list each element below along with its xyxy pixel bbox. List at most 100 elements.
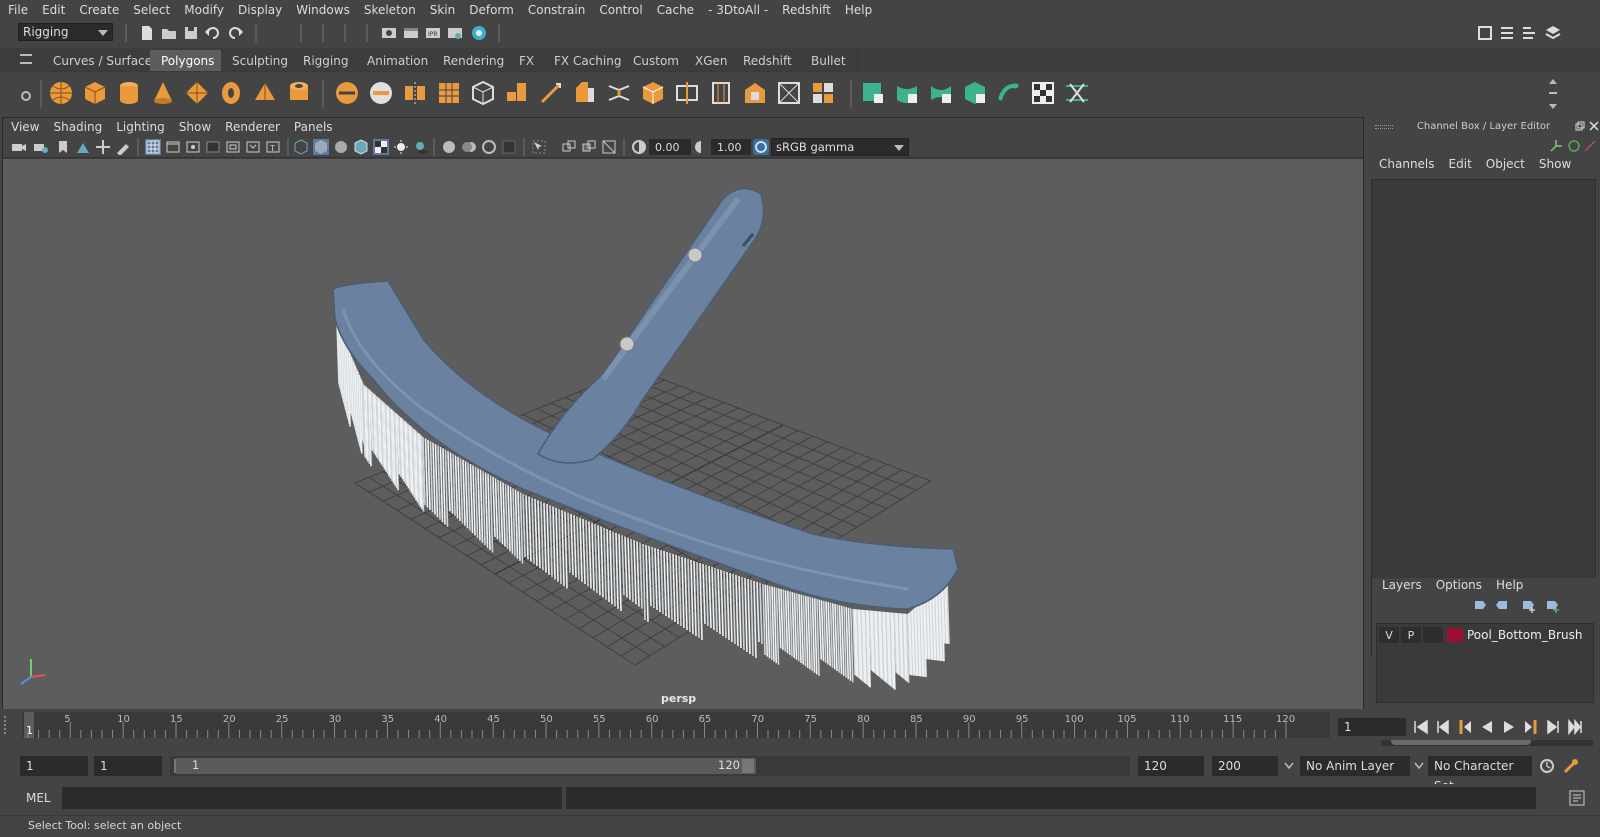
move-layer-down-icon[interactable] [1494, 598, 1510, 614]
camera-attributes-icon[interactable] [33, 139, 49, 155]
time-slider-track[interactable]: 1 5 10 15 20 25 30 35 40 45 50 55 60 65 70 75 80 85 90 95 1… [22, 712, 1330, 738]
xray-icon[interactable] [561, 139, 577, 155]
modeling-toolkit-icon[interactable] [1476, 24, 1494, 42]
shelf-tab-custom[interactable]: Custom [622, 50, 691, 71]
channel-box-icon[interactable] [1544, 24, 1562, 42]
poly-sphere-icon[interactable] [48, 80, 74, 106]
scene-canvas[interactable] [3, 159, 1363, 709]
attribute-editor-icon[interactable] [1498, 24, 1516, 42]
viewport-menu-lighting[interactable]: Lighting [116, 120, 165, 134]
layer-menu-help[interactable]: Help [1496, 578, 1523, 596]
color-space-dropdown[interactable]: sRGB gamma [771, 138, 909, 156]
range-slider-track[interactable]: 1 120 [170, 756, 1130, 776]
channel-menu-show[interactable]: Show [1539, 157, 1571, 175]
animation-preferences-icon[interactable] [1562, 757, 1580, 775]
shelf-tab-animation[interactable]: Animation [356, 50, 441, 71]
auto-key-icon[interactable] [1538, 757, 1556, 775]
append-icon[interactable] [640, 80, 666, 106]
shelf-tab-polygons[interactable]: Polygons [150, 50, 227, 71]
poly-plane-icon[interactable] [184, 80, 210, 106]
grid-toggle-icon[interactable] [145, 139, 161, 155]
gamma-icon[interactable] [693, 139, 709, 155]
gamma-field[interactable]: 1.00 [711, 139, 751, 155]
poly-pyramid-icon[interactable] [252, 80, 278, 106]
layer-row[interactable]: V P Pool_Bottom_Brush [1379, 626, 1591, 644]
chevron-down-icon[interactable] [1414, 762, 1424, 770]
play-backward-icon[interactable] [1478, 718, 1496, 736]
quad-draw-icon[interactable] [810, 80, 836, 106]
extrude-icon[interactable] [504, 80, 530, 106]
new-layer-from-selection-icon[interactable] [1544, 598, 1560, 614]
menu-control[interactable]: Control [599, 3, 642, 17]
xray-joints-icon[interactable] [581, 139, 597, 155]
step-back-key-icon[interactable] [1456, 718, 1474, 736]
film-gate-icon[interactable] [165, 139, 181, 155]
menu-display[interactable]: Display [238, 3, 282, 17]
tool-settings-icon[interactable] [1520, 24, 1538, 42]
insert-edge-loop-icon[interactable] [674, 80, 700, 106]
menu-skeleton[interactable]: Skeleton [364, 3, 416, 17]
uv-automatic-icon[interactable] [962, 80, 988, 106]
menu-edit[interactable]: Edit [42, 3, 65, 17]
poly-pipe-icon[interactable] [286, 80, 312, 106]
combine-icon[interactable] [334, 80, 360, 106]
image-plane-icon[interactable] [75, 139, 91, 155]
menuset-dropdown[interactable]: Rigging [18, 23, 113, 41]
animation-start-field[interactable]: 1 [20, 756, 88, 776]
smooth-icon[interactable] [436, 80, 462, 106]
safe-title-icon[interactable]: T [265, 139, 281, 155]
safe-action-icon[interactable] [245, 139, 261, 155]
textured-icon[interactable] [373, 139, 389, 155]
viewport-menu-renderer[interactable]: Renderer [225, 120, 280, 134]
resolution-gate-icon[interactable] [185, 139, 201, 155]
ipr-render-icon[interactable]: IPR [424, 24, 442, 42]
shelf-tab-rendering[interactable]: Rendering [432, 50, 517, 71]
default-material-icon[interactable] [333, 139, 349, 155]
hypershade-icon[interactable] [470, 24, 488, 42]
go-to-start-icon[interactable] [1412, 718, 1430, 736]
chevron-down-icon[interactable] [1284, 762, 1294, 770]
wireframe-icon[interactable] [293, 139, 309, 155]
step-forward-key-icon[interactable] [1522, 718, 1540, 736]
offset-edge-loop-icon[interactable] [708, 80, 734, 106]
wireframe-on-shaded-icon[interactable] [353, 139, 369, 155]
open-scene-icon[interactable] [160, 24, 178, 42]
menu-help[interactable]: Help [845, 3, 872, 17]
bookmark-icon[interactable] [55, 139, 71, 155]
layer-color-swatch[interactable] [1447, 628, 1463, 642]
shadows-icon[interactable] [413, 139, 429, 155]
2d-pan-zoom-icon[interactable] [95, 139, 111, 155]
move-layer-up-icon[interactable] [1472, 598, 1488, 614]
menu-constrain[interactable]: Constrain [528, 3, 586, 17]
layer-visibility-toggle[interactable]: V [1379, 627, 1399, 643]
menu-skin[interactable]: Skin [430, 3, 456, 17]
anti-aliasing-icon[interactable] [481, 139, 497, 155]
viewport-menu-panels[interactable]: Panels [294, 120, 333, 134]
color-management-icon[interactable] [753, 139, 769, 155]
reduce-icon[interactable] [470, 80, 496, 106]
anim-layer-dropdown[interactable]: No Anim Layer [1300, 756, 1410, 776]
speed-icon[interactable] [1567, 139, 1581, 153]
multi-cut-icon[interactable] [538, 80, 564, 106]
uv-unfold-icon[interactable] [996, 80, 1022, 106]
use-all-lights-icon[interactable] [393, 139, 409, 155]
go-to-end-icon[interactable] [1566, 718, 1584, 736]
shelf-tab-fx[interactable]: FX [508, 50, 547, 71]
exposure-field[interactable]: 0.00 [649, 139, 691, 155]
menu-3dtoall[interactable]: - 3DtoAll - [708, 3, 768, 17]
new-empty-layer-icon[interactable] [1520, 598, 1536, 614]
separate-icon[interactable] [368, 80, 394, 106]
mirror-icon[interactable] [402, 80, 428, 106]
bevel-icon[interactable] [572, 80, 598, 106]
shelf-tab-sculpting[interactable]: Sculpting [221, 50, 301, 71]
layer-menu-options[interactable]: Options [1436, 578, 1482, 596]
smooth-shade-icon[interactable] [313, 139, 329, 155]
playback-start-field[interactable]: 1 [94, 756, 162, 776]
render-view-icon[interactable] [380, 24, 398, 42]
depth-of-field-icon[interactable] [501, 139, 517, 155]
isolate-select-icon[interactable] [531, 139, 547, 155]
script-language-toggle[interactable]: MEL [26, 791, 51, 805]
uv-planar-icon[interactable] [860, 80, 886, 106]
target-weld-icon[interactable] [776, 80, 802, 106]
layer-playback-toggle[interactable]: P [1401, 627, 1421, 643]
